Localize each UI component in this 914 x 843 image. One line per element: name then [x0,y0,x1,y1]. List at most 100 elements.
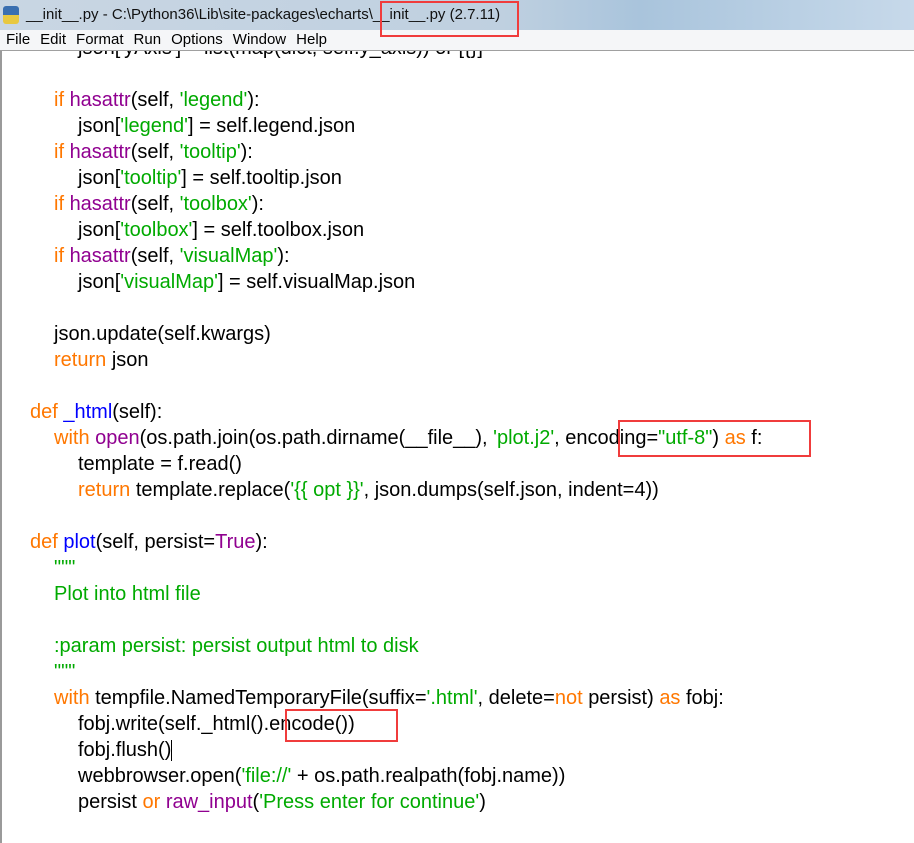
menu-help[interactable]: Help [291,30,332,50]
menu-options[interactable]: Options [166,30,228,50]
code-token: open [95,427,140,449]
code-token: 'legend' [179,89,248,111]
code-token: 'plot.j2' [493,427,555,449]
code-line[interactable]: json['yAxis'] = list(map(dict, self.y_ax… [78,51,483,61]
highlight-box-encoding [618,420,811,457]
code-token: 'toolbox' [179,193,252,215]
menu-run[interactable]: Run [129,30,167,50]
code-token: 'tooltip' [179,141,241,163]
code-line[interactable]: webbrowser.open('file://' + os.path.real… [78,763,565,789]
code-token: json [111,349,149,371]
code-token: with [54,687,96,709]
code-token: """ [54,661,76,683]
code-token: (self, [130,89,180,111]
code-token: def [30,531,64,553]
code-line[interactable]: Plot into html file [54,581,201,607]
code-token: if [54,193,70,215]
code-token: (self, [130,193,180,215]
code-token: '{{ opt }}' [290,479,364,501]
code-line[interactable]: json['toolbox'] = self.toolbox.json [78,217,364,243]
code-token: (self): [112,401,163,423]
highlight-box-version [380,1,519,37]
code-token: return [54,349,112,371]
code-token: 'Press enter for continue' [259,791,480,813]
code-line[interactable]: fobj.flush() [78,737,173,763]
code-token: json[ [78,219,121,241]
menu-file[interactable]: File [0,30,35,50]
code-token: return [78,479,136,501]
code-line[interactable]: return json [54,347,149,373]
code-token: or [142,791,166,813]
code-line[interactable]: if hasattr(self, 'legend'): [54,87,260,113]
code-token: '.html' [426,687,478,709]
code-token: if [54,89,70,111]
code-token: ] = self.visualMap.json [217,271,416,293]
code-line[interactable]: with tempfile.NamedTemporaryFile(suffix=… [54,685,724,711]
code-token: + os.path.realpath(fobj.name)) [291,765,566,787]
code-token: json.update(self.kwargs) [54,323,271,345]
code-token: 'legend' [120,115,188,137]
code-line[interactable]: json['visualMap'] = self.visualMap.json [78,269,415,295]
code-token: plot [63,531,96,553]
code-line[interactable]: if hasattr(self, 'toolbox'): [54,191,264,217]
code-token: True [215,531,256,553]
code-token: persist [78,791,143,813]
text-cursor [171,740,173,762]
code-token: json['yAxis'] = list(map(dict, self.y_ax… [78,51,483,59]
code-token: (self, persist= [95,531,216,553]
code-token: hasattr [69,89,131,111]
code-token: 'visualMap' [120,271,218,293]
code-token: ): [251,193,264,215]
code-token: if [54,245,70,267]
menu-format[interactable]: Format [71,30,129,50]
code-token: ): [277,245,290,267]
code-line[interactable]: """ [54,659,75,685]
code-line[interactable]: json['tooltip'] = self.tooltip.json [78,165,342,191]
menu-edit[interactable]: Edit [35,30,71,50]
code-line[interactable]: json.update(self.kwargs) [54,321,271,347]
code-token: ): [240,141,253,163]
code-line[interactable]: def plot(self, persist=True): [30,529,268,555]
code-line[interactable]: json['legend'] = self.legend.json [78,113,355,139]
highlight-box-encode [285,709,398,742]
code-line[interactable]: """ [54,555,75,581]
code-token: fobj.flush() [78,739,172,761]
code-line[interactable]: if hasattr(self, 'tooltip'): [54,139,253,165]
code-token: Plot into html file [54,583,201,605]
code-token: hasattr [69,245,131,267]
code-token: if [54,141,70,163]
code-token: json[ [78,115,121,137]
code-token: ] = self.toolbox.json [192,219,365,241]
code-token: not [554,687,589,709]
code-token: (self, [130,245,180,267]
code-token: (self, [130,141,180,163]
code-token: , json.dumps(self.json, indent=4)) [363,479,659,501]
code-token: json[ [78,271,121,293]
code-token: webbrowser.open( [78,765,242,787]
code-line[interactable]: template = f.read() [78,451,242,477]
code-token: with [54,427,96,449]
code-token: , delete= [477,687,555,709]
code-line[interactable]: if hasattr(self, 'visualMap'): [54,243,290,269]
code-line[interactable]: return template.replace('{{ opt }}', jso… [78,477,659,503]
code-token: def [30,401,64,423]
code-token: ) [479,791,486,813]
code-token: ): [255,531,268,553]
code-token: 'visualMap' [179,245,278,267]
code-token: hasattr [69,193,131,215]
code-token: """ [54,557,76,579]
code-token: 'file://' [241,765,292,787]
code-line[interactable]: persist or raw_input('Press enter for co… [78,789,486,815]
code-token: 'tooltip' [120,167,182,189]
code-token: (os.path.join(os.path.dirname(__file__), [139,427,494,449]
code-token: tempfile.NamedTemporaryFile(suffix= [95,687,427,709]
code-token: raw_input [165,791,253,813]
code-token: as [659,687,686,709]
code-token: ): [247,89,260,111]
code-token: json[ [78,167,121,189]
code-token: fobj: [686,687,724,709]
menu-window[interactable]: Window [228,30,291,50]
code-line[interactable]: :param persist: persist output html to d… [54,633,419,659]
code-token: hasattr [69,141,131,163]
code-line[interactable]: def _html(self): [30,399,162,425]
